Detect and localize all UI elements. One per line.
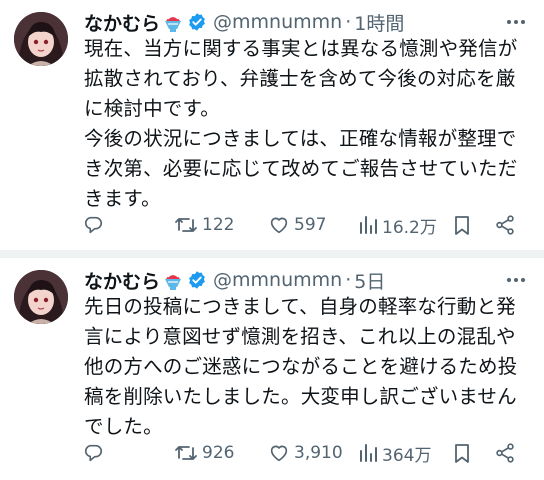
reply-button[interactable] — [82, 438, 104, 468]
retweet-button[interactable]: 926 — [174, 438, 234, 468]
views-icon — [358, 214, 378, 236]
like-icon — [268, 442, 290, 464]
tweet[interactable]: なかむら @mmnummn · 1時間 現在、当方に関する事実とは異なる憶測や発… — [0, 0, 544, 250]
retweet-icon — [174, 442, 198, 464]
tweet-header: なかむら @mmnummn · 1時間 — [84, 8, 404, 36]
display-name[interactable]: なかむら — [84, 267, 160, 294]
like-button[interactable]: 597 — [268, 210, 326, 240]
share-icon — [494, 214, 516, 236]
tweet-text: 先日の投稿につきまして、自身の軽率な行動と発 言により意図せず憶測を招き、これ以… — [84, 295, 518, 438]
timestamp[interactable]: 1時間 — [354, 9, 404, 36]
tweet-header: なかむら @mmnummn · 5日 — [84, 266, 385, 294]
username[interactable]: @mmnummn — [213, 269, 342, 291]
separator-dot: · — [345, 269, 352, 291]
like-count: 597 — [294, 215, 327, 235]
share-icon — [494, 442, 516, 464]
more-icon[interactable] — [504, 12, 528, 24]
retweet-button[interactable]: 122 — [174, 210, 234, 240]
shaved-ice-emoji — [163, 269, 183, 291]
like-icon — [268, 214, 290, 236]
retweet-icon — [174, 214, 198, 236]
share-button[interactable] — [494, 438, 516, 468]
shaved-ice-emoji — [163, 11, 183, 33]
tweet-divider — [0, 250, 544, 258]
views-button[interactable]: 16.2万 — [358, 210, 437, 240]
views-count: 364万 — [382, 445, 432, 466]
retweet-count: 122 — [202, 215, 235, 235]
retweet-count: 926 — [202, 443, 235, 463]
views-icon — [358, 442, 378, 464]
avatar[interactable] — [14, 12, 68, 66]
bookmark-icon — [452, 214, 472, 236]
separator-dot: · — [345, 11, 352, 33]
reply-icon — [82, 442, 104, 464]
timestamp[interactable]: 5日 — [354, 267, 385, 294]
tweet-actions: 926 3,910 364万 — [78, 438, 528, 468]
share-button[interactable] — [494, 210, 516, 240]
bookmark-icon — [452, 442, 472, 464]
username[interactable]: @mmnummn — [213, 11, 342, 33]
verified-badge-icon — [187, 270, 207, 290]
tweet-actions: 122 597 16.2万 — [78, 210, 528, 240]
like-button[interactable]: 3,910 — [268, 438, 343, 468]
tweet-text: 現在、当方に関する事実とは異なる憶測や発信が 拡散されており、弁護士を含めて今後… — [84, 37, 518, 210]
bookmark-button[interactable] — [452, 210, 472, 240]
display-name[interactable]: なかむら — [84, 9, 160, 36]
avatar[interactable] — [14, 270, 68, 324]
more-icon[interactable] — [504, 270, 528, 282]
tweet[interactable]: なかむら @mmnummn · 5日 先日の投稿につきまして、自身の軽率な行動と… — [0, 258, 544, 480]
reply-icon — [82, 214, 104, 236]
bookmark-button[interactable] — [452, 438, 472, 468]
views-button[interactable]: 364万 — [358, 438, 431, 468]
like-count: 3,910 — [294, 443, 343, 463]
verified-badge-icon — [187, 12, 207, 32]
views-count: 16.2万 — [382, 217, 437, 238]
reply-button[interactable] — [82, 210, 104, 240]
